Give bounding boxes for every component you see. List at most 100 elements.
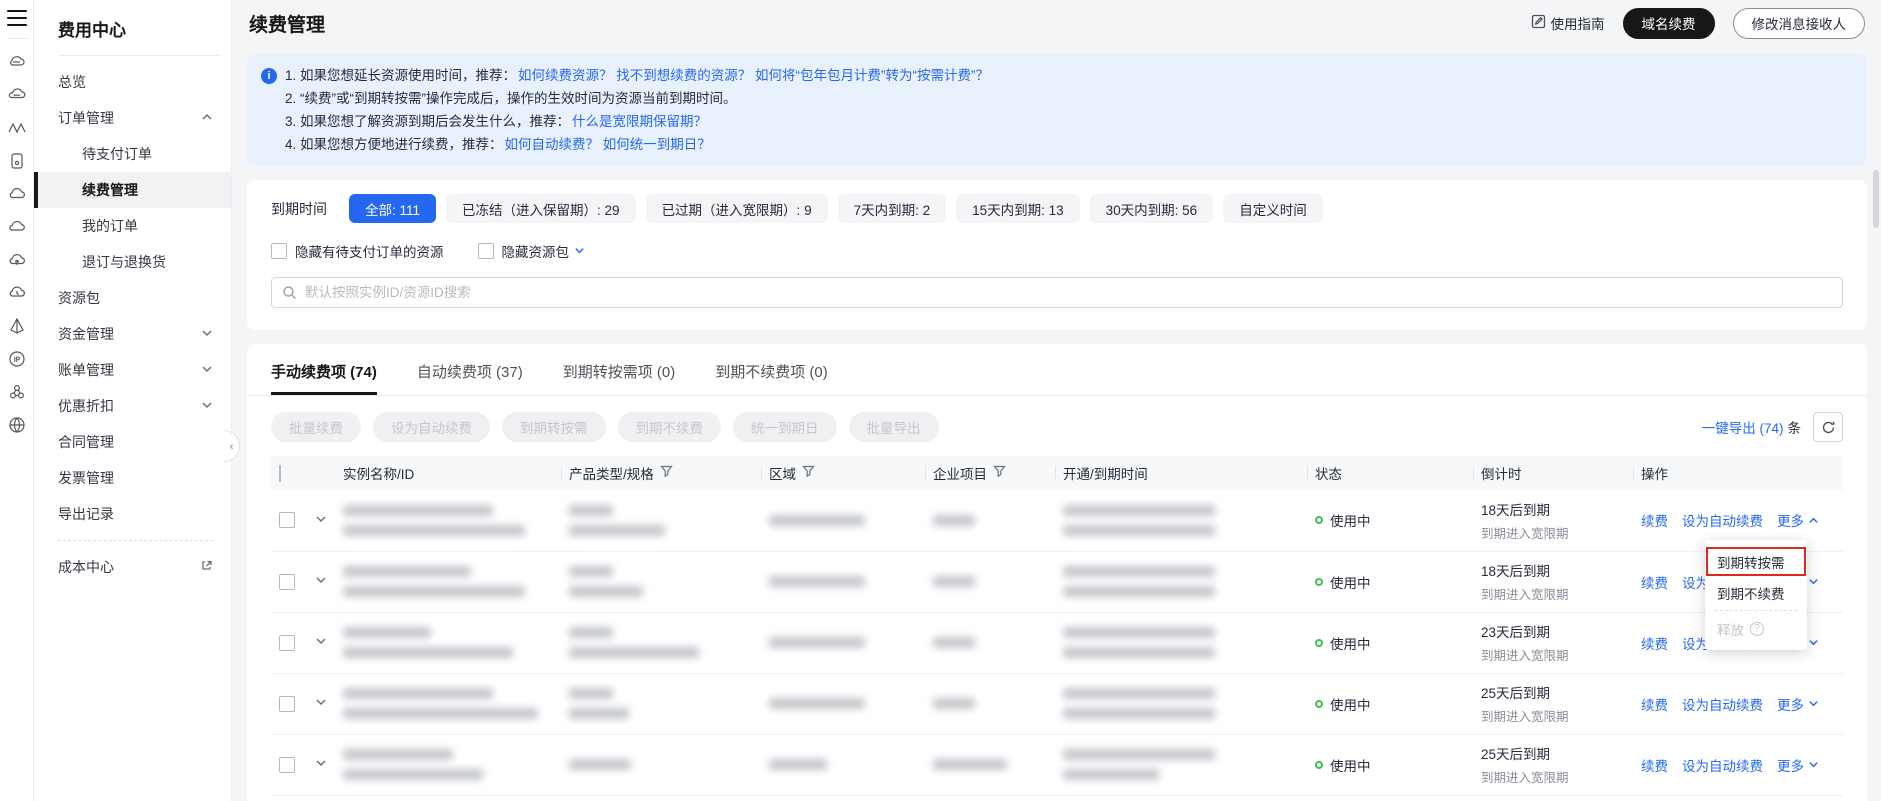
filter-15days[interactable]: 15天内到期: 13 xyxy=(956,194,1080,223)
sidebar-item-my-orders[interactable]: 我的订单 xyxy=(34,208,231,244)
expire-no-renew-button[interactable]: 到期不续费 xyxy=(618,412,722,442)
row-checkbox[interactable] xyxy=(279,757,295,773)
filter-all[interactable]: 全部: 111 xyxy=(349,194,436,223)
table-row: 使用中 25天后到期到期进入宽限期 续费设为自动续费更多 xyxy=(271,734,1843,795)
sidebar-item-renewal-management[interactable]: 续费管理 xyxy=(34,172,231,208)
expand-chevron-icon[interactable] xyxy=(315,757,327,772)
sidebar-item-discounts[interactable]: 优惠折扣 xyxy=(34,388,231,424)
filter-custom-time[interactable]: 自定义时间 xyxy=(1223,194,1323,223)
redacted-time xyxy=(1063,749,1299,780)
chevron-down-icon[interactable] xyxy=(569,244,585,259)
expand-chevron-icon[interactable] xyxy=(315,696,327,711)
sidebar-item-invoice-management[interactable]: 发票管理 xyxy=(34,460,231,496)
filter-panel: 到期时间 全部: 111 已冻结（进入保留期）: 29 已过期（进入宽限期）: … xyxy=(247,180,1867,330)
select-all-checkbox[interactable] xyxy=(279,465,281,482)
set-auto-renew-link[interactable]: 设为自动续费 xyxy=(1682,694,1763,714)
filter-30days[interactable]: 30天内到期: 56 xyxy=(1090,194,1214,223)
unify-expiry-date-button[interactable]: 统一到期日 xyxy=(733,412,837,442)
set-auto-renew-link[interactable]: 设为自动续费 xyxy=(1682,755,1763,775)
bulk-export-button[interactable]: 批量导出 xyxy=(849,412,939,442)
row-checkbox[interactable] xyxy=(279,635,295,651)
cloud-clock-icon[interactable] xyxy=(6,282,28,304)
help-link[interactable]: 如何续费资源？ 找不到想续费的资源？ 如何将“包年包月计费”转为“按需计费”？ xyxy=(518,68,989,83)
set-auto-renew-link[interactable]: 设为自动续费 xyxy=(1682,510,1763,530)
cloud-server-icon[interactable] xyxy=(6,84,28,106)
refresh-button[interactable] xyxy=(1813,412,1843,442)
sidebar-item-cost-center[interactable]: 成本中心 xyxy=(34,549,231,585)
more-menu-trigger[interactable]: 更多 xyxy=(1777,510,1819,530)
menu-item-expire-no-renew[interactable]: 到期不续费 xyxy=(1705,577,1807,608)
usage-guide-link[interactable]: 使用指南 xyxy=(1531,13,1605,33)
row-checkbox[interactable] xyxy=(279,696,295,712)
hide-pending-order-resources-checkbox[interactable]: 隐藏有待支付订单的资源 xyxy=(271,241,444,261)
status-dot-icon xyxy=(1315,639,1323,647)
nodes-icon[interactable] xyxy=(6,381,28,403)
sidebar-item-pending-orders[interactable]: 待支付订单 xyxy=(34,136,231,172)
redacted-instance-name xyxy=(343,749,553,780)
filter-funnel-icon[interactable] xyxy=(660,465,673,481)
expand-chevron-icon[interactable] xyxy=(315,513,327,528)
filter-expired[interactable]: 已过期（进入宽限期）: 9 xyxy=(646,194,828,223)
expire-to-ondemand-button[interactable]: 到期转按需 xyxy=(502,412,606,442)
status-dot-icon xyxy=(1315,700,1323,708)
sidebar-item-overview[interactable]: 总览 xyxy=(34,64,231,100)
checkbox[interactable] xyxy=(478,243,494,259)
pyramid-icon[interactable] xyxy=(6,315,28,337)
vertical-scrollbar-thumb[interactable] xyxy=(1873,170,1879,228)
expand-chevron-icon[interactable] xyxy=(315,574,327,589)
expand-chevron-icon[interactable] xyxy=(315,635,327,650)
renew-link[interactable]: 续费 xyxy=(1641,694,1668,714)
chevron-up-icon xyxy=(201,110,213,126)
ip-badge-icon[interactable]: IP xyxy=(6,348,28,370)
help-link[interactable]: 什么是宽限期保留期？ xyxy=(572,114,707,129)
menu-icon[interactable] xyxy=(7,10,27,26)
filter-frozen[interactable]: 已冻结（进入保留期）: 29 xyxy=(446,194,636,223)
renew-link[interactable]: 续费 xyxy=(1641,510,1668,530)
menu-item-expire-to-ondemand[interactable]: 到期转按需 xyxy=(1705,546,1807,577)
status-dot-icon xyxy=(1315,761,1323,769)
hide-resource-packages-checkbox[interactable]: 隐藏资源包 xyxy=(478,241,586,261)
more-menu-trigger[interactable]: 更多 xyxy=(1777,694,1819,714)
filter-funnel-icon[interactable] xyxy=(993,465,1006,481)
filter-funnel-icon[interactable] xyxy=(802,465,815,481)
more-menu-trigger[interactable]: 更多 xyxy=(1777,755,1819,775)
column-product-type: 产品类型/规格 xyxy=(569,463,753,483)
tab-manual-renewal[interactable]: 手动续费项 (74) xyxy=(271,344,377,395)
waves-icon[interactable] xyxy=(6,117,28,139)
one-click-export-link[interactable]: 一键导出 (74) xyxy=(1702,421,1784,436)
row-checkbox[interactable] xyxy=(279,512,295,528)
search-bar[interactable] xyxy=(271,277,1843,308)
globe-icon[interactable] xyxy=(6,414,28,436)
table-header-row: 实例名称/ID 产品类型/规格 区域 企业项目 开通/到期时间 状态 倒计时 操… xyxy=(271,456,1843,490)
sidebar-item-contract-management[interactable]: 合同管理 xyxy=(34,424,231,460)
tab-expire-to-ondemand[interactable]: 到期转按需项 (0) xyxy=(563,344,676,395)
sidebar-item-resource-packages[interactable]: 资源包 xyxy=(34,280,231,316)
renew-link[interactable]: 续费 xyxy=(1641,572,1668,592)
renew-link[interactable]: 续费 xyxy=(1641,633,1668,653)
bulk-renew-button[interactable]: 批量续费 xyxy=(271,412,361,442)
countdown-main: 25天后到期 xyxy=(1481,743,1625,763)
cloud-service-icon[interactable] xyxy=(6,51,28,73)
sidebar-item-bill-management[interactable]: 账单管理 xyxy=(34,352,231,388)
cloud-upload-icon[interactable] xyxy=(6,249,28,271)
search-input[interactable] xyxy=(305,285,1832,300)
column-enterprise-project: 企业项目 xyxy=(933,463,1047,483)
redacted-time xyxy=(1063,627,1299,658)
modify-message-receiver-button[interactable]: 修改消息接收人 xyxy=(1733,8,1866,39)
set-auto-renew-button[interactable]: 设为自动续费 xyxy=(373,412,490,442)
help-link[interactable]: 如何自动续费？ 如何统一到期日？ xyxy=(505,137,711,152)
cloud-alt-icon[interactable] xyxy=(6,216,28,238)
sidebar-item-funds-management[interactable]: 资金管理 xyxy=(34,316,231,352)
tab-auto-renewal[interactable]: 自动续费项 (37) xyxy=(417,344,523,395)
device-icon[interactable] xyxy=(6,150,28,172)
row-checkbox[interactable] xyxy=(279,574,295,590)
sidebar-item-unsubscribe[interactable]: 退订与退换货 xyxy=(34,244,231,280)
renew-link[interactable]: 续费 xyxy=(1641,755,1668,775)
tab-expire-no-renewal[interactable]: 到期不续费项 (0) xyxy=(715,344,828,395)
sidebar-item-order-management[interactable]: 订单管理 xyxy=(34,100,231,136)
checkbox[interactable] xyxy=(271,243,287,259)
domain-renew-button[interactable]: 域名续费 xyxy=(1623,8,1715,39)
cloud-icon[interactable] xyxy=(6,183,28,205)
filter-7days[interactable]: 7天内到期: 2 xyxy=(838,194,947,223)
sidebar-item-export-records[interactable]: 导出记录 xyxy=(34,496,231,532)
